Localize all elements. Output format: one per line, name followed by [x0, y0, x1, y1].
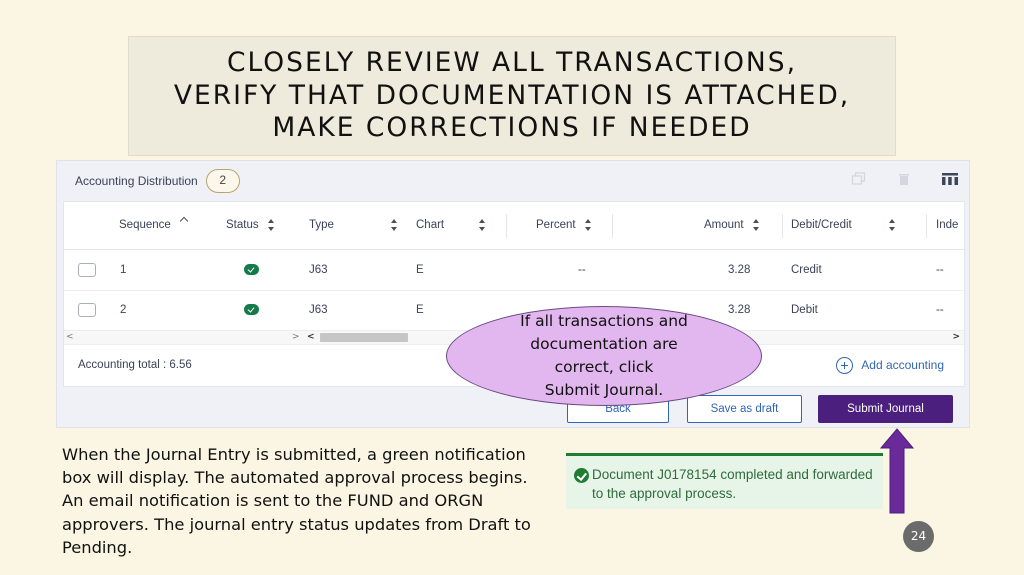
check-circle-icon — [574, 468, 589, 483]
sort-icon[interactable] — [584, 218, 593, 231]
callout-line: If all transactions and — [520, 312, 688, 330]
panel-toolbar — [851, 171, 959, 190]
cell-sequence: 1 — [120, 264, 127, 276]
column-type[interactable]: Type — [309, 202, 399, 249]
notification-text: Document J0178154 completed and forwarde… — [592, 467, 873, 501]
column-percent[interactable]: Percent — [536, 202, 593, 249]
accounting-total: Accounting total : 6.56 — [78, 359, 192, 371]
column-divider — [612, 214, 613, 238]
trash-icon[interactable] — [897, 171, 911, 190]
panel-title: Accounting Distribution — [75, 174, 198, 188]
callout-line: documentation are — [530, 335, 678, 353]
scrollbar-thumb[interactable] — [320, 333, 408, 342]
table-header: Sequence Status Type Chart Percent Amoun… — [64, 202, 964, 250]
row-checkbox[interactable] — [78, 263, 96, 277]
column-chart[interactable]: Chart — [416, 202, 487, 249]
cell-index: -- — [936, 304, 944, 316]
check-icon — [244, 304, 259, 315]
count-badge: 2 — [205, 169, 240, 193]
sort-icon[interactable] — [888, 218, 897, 231]
sort-icon[interactable] — [390, 218, 399, 231]
callout-line: correct, click — [554, 358, 654, 376]
success-notification: Document J0178154 completed and forwarde… — [566, 453, 883, 509]
sort-icon[interactable] — [267, 218, 276, 231]
add-accounting-label[interactable]: Add accounting — [861, 343, 944, 386]
column-divider — [926, 214, 927, 238]
cell-type: J63 — [309, 304, 328, 316]
cell-amount: 3.28 — [728, 304, 751, 316]
cell-amount: 3.28 — [728, 264, 751, 276]
column-sequence[interactable]: Sequence — [119, 202, 190, 249]
add-accounting-link[interactable]: Add accounting — [836, 343, 944, 386]
cell-chart: E — [416, 304, 424, 316]
callout-text: If all transactions and documentation ar… — [499, 310, 709, 402]
sort-asc-icon[interactable] — [181, 218, 190, 226]
cell-index: -- — [936, 264, 944, 276]
title-line: VERIFY THAT DOCUMENTATION IS ATTACHED, — [173, 79, 851, 111]
sort-icon[interactable] — [478, 218, 487, 231]
cell-debit-credit: Credit — [791, 264, 822, 276]
callout-bubble: If all transactions and documentation ar… — [446, 306, 762, 406]
page-number: 24 — [903, 521, 934, 552]
panel-header: Accounting Distribution 2 — [75, 169, 240, 193]
column-divider — [782, 214, 783, 238]
column-amount[interactable]: Amount — [704, 202, 761, 249]
column-index[interactable]: Inde — [936, 202, 958, 249]
columns-icon[interactable] — [941, 171, 959, 190]
cell-debit-credit: Debit — [791, 304, 818, 316]
title-line: MAKE CORRECTIONS IF NEEDED — [272, 112, 752, 144]
copy-icon[interactable] — [851, 171, 867, 190]
sort-icon[interactable] — [752, 218, 761, 231]
row-checkbox[interactable] — [78, 303, 96, 317]
column-debit-credit[interactable]: Debit/Credit — [791, 202, 897, 249]
title-line: CLOSELY REVIEW ALL TRANSACTIONS, — [226, 47, 798, 79]
up-arrow-icon — [880, 428, 914, 514]
cell-percent: -- — [578, 264, 586, 276]
submit-journal-button[interactable]: Submit Journal — [818, 395, 953, 423]
slide-title: CLOSELY REVIEW ALL TRANSACTIONS, VERIFY … — [128, 36, 896, 156]
plus-circle-icon[interactable] — [836, 357, 854, 374]
body-paragraph: When the Journal Entry is submitted, a g… — [62, 445, 531, 557]
cell-type: J63 — [309, 264, 328, 276]
column-divider — [506, 214, 507, 238]
cell-chart: E — [416, 264, 424, 276]
callout-line: Submit Journal. — [544, 381, 664, 399]
cell-sequence: 2 — [120, 304, 127, 316]
column-status[interactable]: Status — [226, 202, 276, 249]
table-row[interactable]: 1 J63 E -- 3.28 Credit -- — [64, 250, 964, 291]
check-icon — [244, 264, 259, 275]
